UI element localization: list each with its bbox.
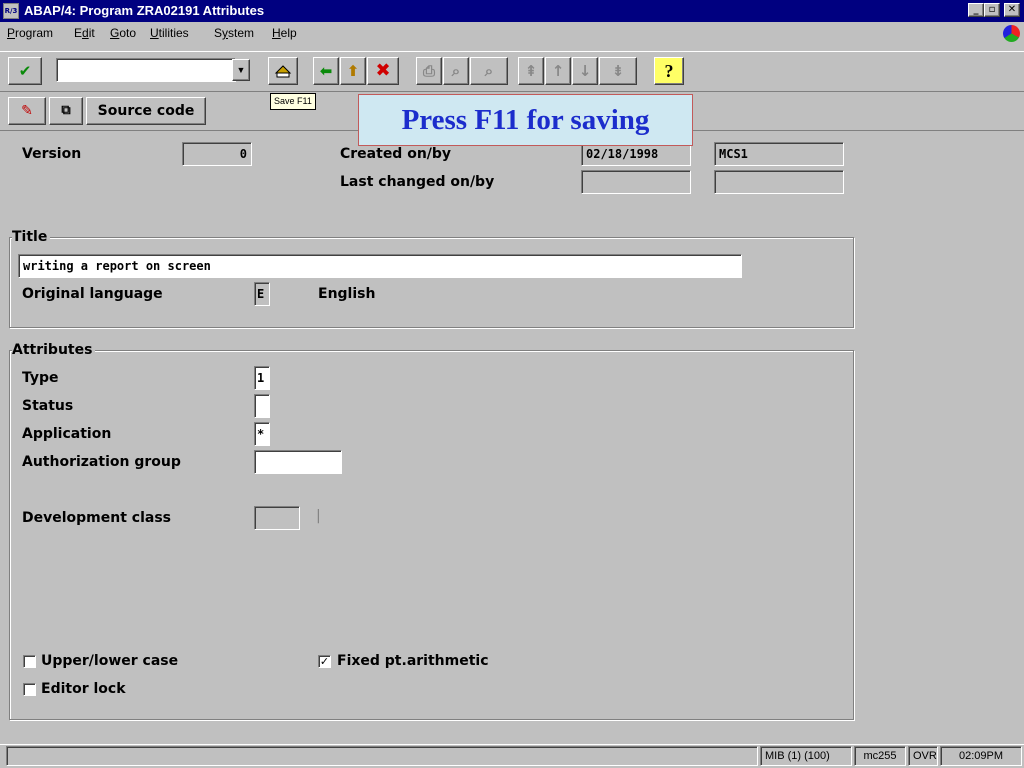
maximize-button[interactable]: ▫ <box>984 3 1000 17</box>
original-language-label: Original language <box>22 286 163 302</box>
first-page-icon[interactable]: ⇞ <box>518 57 544 85</box>
menu-bar: Program Edit Goto Utilities System Help <box>0 22 1024 44</box>
previous-page-icon[interactable]: ↑ <box>545 57 571 85</box>
changed-user-field <box>714 170 844 194</box>
authorization-group-label: Authorization group <box>22 454 181 470</box>
fixed-pt-arithmetic-checkbox[interactable]: ✓ <box>318 655 331 668</box>
development-class-label: Development class <box>22 510 172 526</box>
editor-lock-checkbox[interactable] <box>23 683 36 696</box>
upper-lower-case-label: Upper/lower case <box>41 653 179 669</box>
title-group <box>9 237 854 328</box>
sap-logo-icon <box>1003 25 1020 42</box>
editor-lock-label: Editor lock <box>41 681 126 697</box>
menu-system[interactable]: System <box>214 26 254 40</box>
type-label: Type <box>22 370 59 386</box>
original-language-text: English <box>318 286 376 302</box>
changed-label: Last changed on/by <box>340 174 495 190</box>
command-dropdown-chevron-down-icon[interactable]: ▼ <box>232 59 250 81</box>
version-field: 0 <box>182 142 252 166</box>
help-icon[interactable]: ? <box>654 57 684 85</box>
title-input[interactable] <box>18 254 742 278</box>
minimize-button[interactable]: _ <box>968 3 984 17</box>
next-page-icon[interactable]: ↓ <box>572 57 598 85</box>
title-group-heading: Title <box>12 229 51 245</box>
development-class-divider: | <box>316 508 321 524</box>
menu-utilities[interactable]: Utilities <box>150 26 189 40</box>
attributes-group-heading: Attributes <box>12 342 96 358</box>
application-input[interactable] <box>254 422 270 446</box>
changed-date-field <box>581 170 691 194</box>
instruction-callout: Press F11 for saving <box>358 94 693 146</box>
upper-lower-case-checkbox[interactable] <box>23 655 36 668</box>
original-language-field: E <box>254 282 270 306</box>
last-page-icon[interactable]: ⇟ <box>599 57 637 85</box>
status-mode[interactable]: OVR <box>908 746 938 766</box>
window-title: ABAP/4: Program ZRA02191 Attributes <box>24 3 265 18</box>
created-user-field: MCS1 <box>714 142 844 166</box>
window-title-bar[interactable]: R/3 ABAP/4: Program ZRA02191 Attributes … <box>0 0 1024 22</box>
development-class-field <box>254 506 300 530</box>
save-tooltip: Save F11 <box>270 93 316 110</box>
close-window-button[interactable]: ✕ <box>1004 3 1020 17</box>
find-icon[interactable]: ⌕ <box>443 57 469 85</box>
status-system[interactable]: MIB (1) (100) <box>760 746 852 766</box>
save-icon[interactable] <box>268 57 298 85</box>
menu-goto[interactable]: Goto <box>110 26 136 40</box>
source-code-button[interactable]: Source code <box>86 97 206 125</box>
command-field[interactable] <box>56 58 236 82</box>
cancel-icon[interactable]: ✖ <box>367 57 399 85</box>
display-change-icon[interactable]: ✎ <box>8 97 46 125</box>
status-label: Status <box>22 398 74 414</box>
menu-edit[interactable]: Edit <box>74 26 95 40</box>
print-icon[interactable]: ⎙ <box>416 57 442 85</box>
status-input[interactable] <box>254 394 270 418</box>
menu-program[interactable]: Program <box>7 26 53 40</box>
authorization-group-input[interactable] <box>254 450 342 474</box>
status-message <box>6 746 758 766</box>
back-icon[interactable]: ⬅ <box>313 57 339 85</box>
standard-toolbar: ✔ ▼ ⬅ ⬆ ✖ ⎙ ⌕ ⌕ ⇞ ↑ ↓ ⇟ ? <box>0 51 1024 91</box>
other-object-icon[interactable]: ⧉ <box>49 97 83 125</box>
status-time: 02:09PM <box>940 746 1022 766</box>
type-input[interactable] <box>254 366 270 390</box>
find-next-icon[interactable]: ⌕ <box>470 57 508 85</box>
status-bar: MIB (1) (100) mc255 OVR 02:09PM <box>0 744 1024 768</box>
exit-icon[interactable]: ⬆ <box>340 57 366 85</box>
application-label: Application <box>22 426 112 442</box>
created-label: Created on/by <box>340 146 452 162</box>
check-icon[interactable]: ✔ <box>8 57 42 85</box>
menu-help[interactable]: Help <box>272 26 297 40</box>
sap-app-icon[interactable]: R/3 <box>3 3 19 19</box>
version-label: Version <box>22 146 82 162</box>
status-server: mc255 <box>854 746 906 766</box>
fixed-pt-arithmetic-label: Fixed pt.arithmetic <box>337 653 489 669</box>
